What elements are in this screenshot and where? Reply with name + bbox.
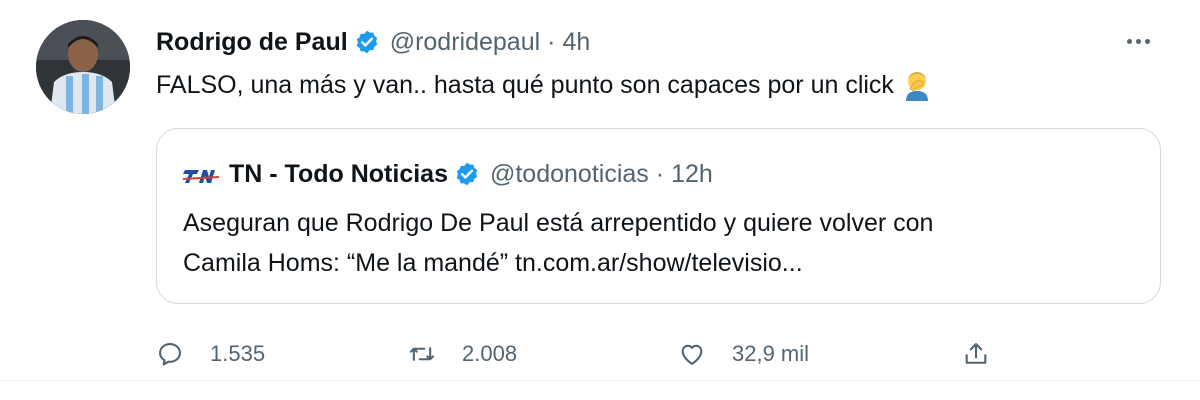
author-avatar[interactable] [36, 20, 130, 114]
tweet-timestamp[interactable]: 4h [562, 28, 590, 57]
player-avatar-icon [36, 20, 130, 114]
share-icon [965, 343, 987, 364]
quoted-tweet-timestamp[interactable]: 12h [671, 160, 713, 189]
tweet-actions-bar: 1.535 2.008 32,9 mil [156, 334, 1056, 374]
retweet-count: 2.008 [462, 341, 518, 366]
retweet-icon [409, 347, 435, 361]
tn-logo-icon [183, 164, 219, 184]
facepalm-emoji-icon [902, 69, 932, 101]
bottom-divider [0, 380, 1200, 381]
quoted-header-separator: · [655, 159, 665, 188]
reply-icon [159, 343, 181, 366]
reply-count: 1.535 [210, 341, 266, 366]
share-button[interactable] [962, 334, 990, 374]
quoted-text-line-2: Camila Homs: “Me la mandé” tn.com.ar/sho… [183, 249, 803, 277]
quoted-author-handle[interactable]: @todonoticias [490, 160, 649, 189]
more-options-icon[interactable] [1120, 26, 1156, 56]
tweet-card[interactable]: Rodrigo de Paul @rodridepaul · 4h FALSO,… [0, 0, 1200, 400]
quoted-verified-badge-icon [454, 161, 480, 187]
reply-button[interactable]: 1.535 [156, 334, 265, 374]
tweet-text: FALSO, una más y van.. hasta qué punto s… [156, 68, 932, 102]
quoted-tweet-header: TN - Todo Noticias @todonoticias · 12h [183, 157, 713, 191]
quoted-text-line-1: Aseguran que Rodrigo De Paul está arrepe… [183, 209, 934, 237]
quoted-tweet-text: Aseguran que Rodrigo De Paul está arrepe… [183, 203, 1133, 283]
quoted-author-name[interactable]: TN - Todo Noticias [229, 160, 448, 189]
author-name[interactable]: Rodrigo de Paul [156, 28, 348, 57]
tweet-text-content: FALSO, una más y van.. hasta qué punto s… [156, 71, 894, 99]
like-button[interactable]: 32,9 mil [678, 334, 809, 374]
verified-badge-icon [354, 29, 380, 55]
header-separator: · [547, 27, 556, 56]
retweet-button[interactable]: 2.008 [408, 334, 517, 374]
heart-icon [681, 344, 703, 365]
quoted-tweet-card[interactable]: TN - Todo Noticias @todonoticias · 12h A… [156, 128, 1161, 304]
tweet-header: Rodrigo de Paul @rodridepaul · 4h [156, 24, 590, 60]
author-handle[interactable]: @rodridepaul [390, 28, 540, 57]
like-count: 32,9 mil [732, 341, 810, 366]
